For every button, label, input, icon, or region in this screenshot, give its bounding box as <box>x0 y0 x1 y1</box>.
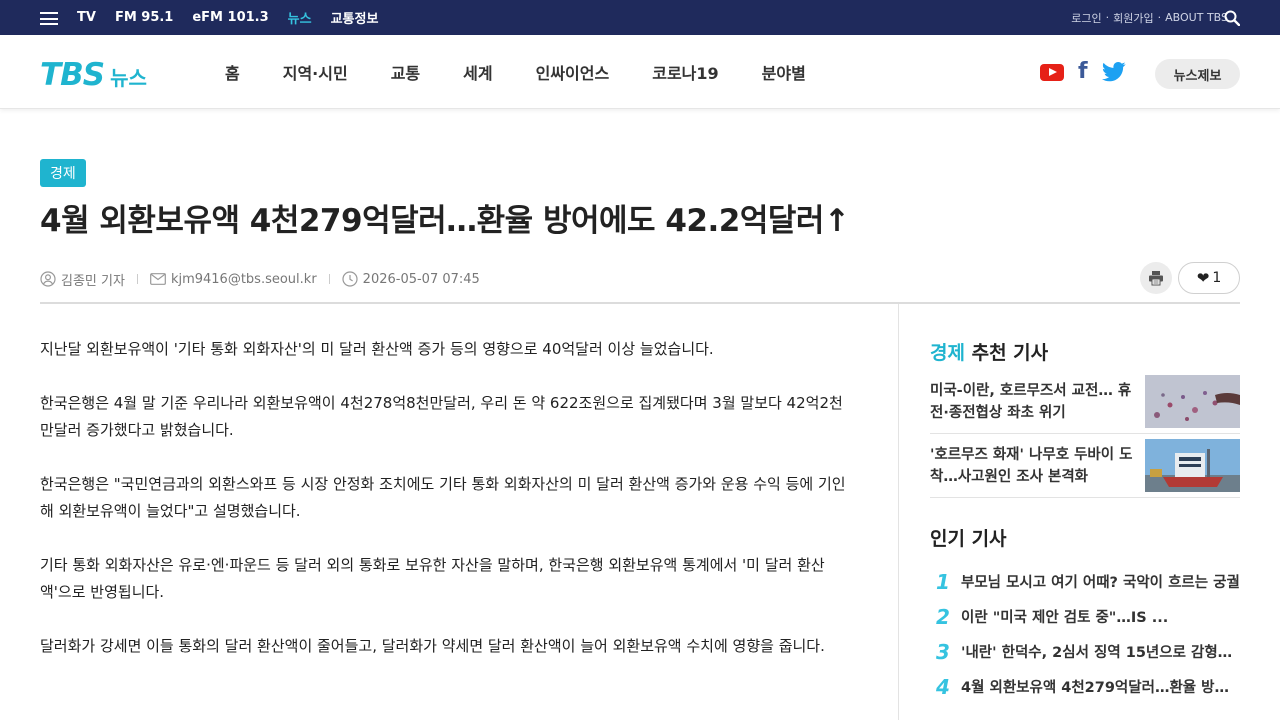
top-nav-tv[interactable]: TV <box>77 10 96 25</box>
top-bar: TV FM 95.1 eFM 101.3 뉴스 교통정보 로그인 · 회원가입 … <box>0 0 1280 35</box>
logo-brand: TBS <box>40 57 105 93</box>
nav-covid19[interactable]: 코로나19 <box>652 60 718 84</box>
recommended-item[interactable]: '호르무즈 화재' 나무호 두바이 도착…사고원인 조사 본격화 <box>930 434 1240 498</box>
youtube-icon[interactable] <box>1040 63 1064 81</box>
author-email: kjm9416@tbs.seoul.kr <box>170 271 317 287</box>
recommended-thumbnail <box>1145 375 1240 428</box>
print-button[interactable] <box>1140 262 1172 294</box>
popular-item[interactable]: 1 부모님 모시고 여기 어때? 국악이 흐르는 궁궐 <box>930 564 1240 599</box>
signup-link[interactable]: 회원가입 <box>1113 10 1153 26</box>
article-paragraph: 기타 통화 외화자산은 유로·엔·파운드 등 달러 외의 통화로 보유한 자산을… <box>40 556 825 601</box>
nav-traffic[interactable]: 교통 <box>391 60 420 84</box>
sidebar: 경제 추천 기사 미국-이란, 호르무즈서 교전… 휴전·종전협상 좌초 위기 … <box>930 336 1240 704</box>
article-meta: 김종민 기자 kjm9416@tbs.seoul.kr 2026-05-07 0… <box>40 269 480 289</box>
recommended-category: 경제 <box>930 342 965 364</box>
recommended-heading: 경제 추천 기사 <box>930 336 1240 370</box>
nav-local[interactable]: 지역·시민 <box>283 60 348 84</box>
header-divider <box>40 302 1240 304</box>
nav-home[interactable]: 홈 <box>225 60 240 84</box>
recommended-title: 미국-이란, 호르무즈서 교전… 휴전·종전협상 좌초 위기 <box>930 382 1132 421</box>
meta-divider <box>328 274 330 284</box>
article-paragraph: 달러화가 강세면 이들 통화의 달러 환산액이 줄어들고, 달러화가 약세면 달… <box>40 637 825 655</box>
popular-item[interactable]: 4 4월 외환보유액 4천279억달러…환율 방어에도 42.2억달러↑ <box>930 669 1240 704</box>
popular-rank: 1 <box>936 569 950 594</box>
article-title: 4월 외환보유액 4천279억달러…환율 방어에도 42.2억달러↑ <box>40 203 850 239</box>
logo-section: 뉴스 <box>110 66 147 90</box>
top-nav-traffic[interactable]: 교통정보 <box>331 8 379 27</box>
article-paragraph: 지난달 외환보유액이 '기타 통화 외화자산'의 미 달러 환산액 증가 등의 … <box>40 340 714 358</box>
popular-title: 4월 외환보유액 4천279억달러…환율 방어에도 42.2억달러↑ <box>961 680 1240 696</box>
author-name: 김종민 기자 <box>61 273 125 289</box>
top-nav-efm[interactable]: eFM 101.3 <box>192 10 268 25</box>
nav-inscience[interactable]: 인싸이언스 <box>536 60 610 84</box>
popular-heading: 인기 기사 <box>930 528 1007 550</box>
news-tip-button[interactable]: 뉴스제보 <box>1155 59 1240 89</box>
recommended-item[interactable]: 미국-이란, 호르무즈서 교전… 휴전·종전협상 좌초 위기 <box>930 370 1240 434</box>
menu-icon[interactable] <box>40 12 58 25</box>
category-badge[interactable]: 경제 <box>40 159 86 187</box>
email-info[interactable]: kjm9416@tbs.seoul.kr <box>150 272 317 287</box>
link-separator: · <box>1157 11 1162 24</box>
datetime-info: 2026-05-07 07:45 <box>342 271 480 287</box>
main-nav: 홈 지역·시민 교통 세계 인싸이언스 코로나19 분야별 <box>225 35 849 109</box>
heart-icon: ❤ <box>1196 269 1210 287</box>
popular-title: '내란' 한덕수, 2심서 징역 15년으로 감형… <box>961 645 1233 661</box>
account-links: 로그인 · 회원가입 · ABOUT TBS <box>1071 0 1228 35</box>
column-divider <box>898 304 899 720</box>
popular-rank: 4 <box>936 674 950 699</box>
twitter-icon[interactable] <box>1101 62 1126 82</box>
meta-divider <box>136 274 138 284</box>
top-nav-news[interactable]: 뉴스 <box>288 8 312 27</box>
facebook-icon[interactable]: f <box>1078 61 1088 83</box>
printer-icon <box>1149 271 1163 286</box>
author-info: 김종민 기자 <box>40 270 125 289</box>
top-nav: TV FM 95.1 eFM 101.3 뉴스 교통정보 <box>77 0 397 35</box>
social-links: f <box>1040 61 1126 83</box>
nav-sections[interactable]: 분야별 <box>762 60 806 84</box>
link-separator: · <box>1105 11 1110 24</box>
user-icon <box>40 271 56 287</box>
login-link[interactable]: 로그인 <box>1071 10 1101 26</box>
mail-icon <box>150 273 166 285</box>
article-paragraph: 한국은행은 "국민연금과의 외환스와프 등 시장 안정화 조치에도 기타 통화 … <box>40 475 846 520</box>
about-link[interactable]: ABOUT TBS <box>1165 11 1228 24</box>
clock-icon <box>342 271 358 287</box>
popular-rank: 3 <box>936 639 950 664</box>
recommended-thumbnail <box>1145 439 1240 492</box>
popular-title: 이란 "미국 제안 검토 중"…IS ... <box>961 610 1169 626</box>
popular-title: 부모님 모시고 여기 어때? 국악이 흐르는 궁궐 <box>961 575 1240 591</box>
article-datetime: 2026-05-07 07:45 <box>362 271 480 287</box>
like-button[interactable]: ❤ 1 <box>1178 262 1240 294</box>
popular-rank: 2 <box>936 604 950 629</box>
recommended-label: 추천 기사 <box>971 342 1049 364</box>
article-body: 지난달 외환보유액이 '기타 통화 외화자산'의 미 달러 환산액 증가 등의 … <box>40 336 850 687</box>
site-header: TBS 뉴스 홈 지역·시민 교통 세계 인싸이언스 코로나19 분야별 f 뉴… <box>0 35 1280 109</box>
article-paragraph: 한국은행은 4월 말 기준 우리나라 외환보유액이 4천278억8천만달러, 우… <box>40 394 843 439</box>
nav-world[interactable]: 세계 <box>463 60 492 84</box>
popular-item[interactable]: 2 이란 "미국 제안 검토 중"…IS ... <box>930 599 1240 634</box>
popular-item[interactable]: 3 '내란' 한덕수, 2심서 징역 15년으로 감형… <box>930 634 1240 669</box>
search-icon[interactable] <box>1224 10 1240 26</box>
popular-list: 1 부모님 모시고 여기 어때? 국악이 흐르는 궁궐 2 이란 "미국 제안 … <box>930 564 1240 704</box>
recommended-title: '호르무즈 화재' 나무호 두바이 도착…사고원인 조사 본격화 <box>930 446 1133 485</box>
site-logo[interactable]: TBS 뉴스 <box>40 57 147 93</box>
like-count: 1 <box>1212 270 1222 286</box>
top-nav-fm[interactable]: FM 95.1 <box>115 10 173 25</box>
